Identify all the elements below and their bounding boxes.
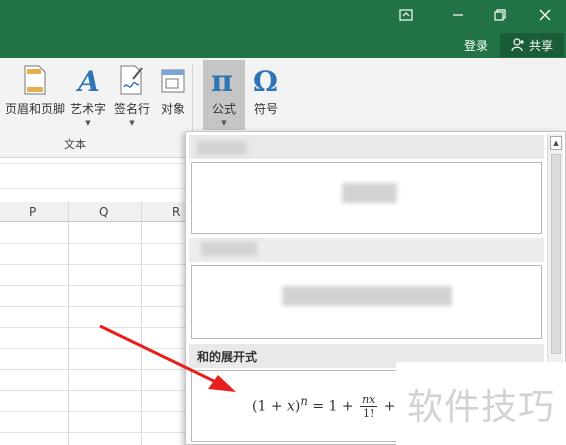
share-button[interactable]: 共享 xyxy=(500,33,564,57)
equation-button[interactable]: π 公式 ▼ xyxy=(203,60,245,130)
symbol-label: 符号 xyxy=(253,102,278,116)
pi-equation-icon: π xyxy=(209,62,239,98)
svg-text:π: π xyxy=(211,65,233,95)
blurred-equation xyxy=(342,183,397,203)
grid-line xyxy=(141,202,142,445)
equation-gallery-item[interactable] xyxy=(191,162,542,234)
column-header-r[interactable]: R xyxy=(172,205,180,219)
restore-icon[interactable] xyxy=(487,4,513,26)
svg-text:A: A xyxy=(75,65,100,95)
object-icon xyxy=(160,62,186,98)
blurred-equation xyxy=(282,286,452,306)
column-header-p[interactable]: P xyxy=(29,205,36,219)
text-group-label: 文本 xyxy=(64,138,86,151)
chevron-down-icon: ▼ xyxy=(129,119,135,127)
signature-line-label: 签名行 xyxy=(113,102,150,116)
chevron-down-icon: ▼ xyxy=(221,119,227,127)
signature-line-button[interactable]: 签名行 ▼ xyxy=(112,62,152,127)
gallery-section-header xyxy=(189,238,544,262)
equation-gallery-item[interactable] xyxy=(191,265,542,339)
header-footer-label: 页眉和页脚 xyxy=(4,102,65,116)
header-footer-icon xyxy=(23,62,47,98)
column-header-q[interactable]: Q xyxy=(99,205,108,219)
binomial-section-label: 和的展开式 xyxy=(197,350,258,364)
ribbon-display-options-icon[interactable] xyxy=(393,4,419,26)
binomial-formula: (1 + x)n = 1 + nx1! + n( xyxy=(252,393,419,420)
wordart-icon: A xyxy=(75,62,101,98)
wordart-button[interactable]: A 艺术字 ▼ xyxy=(68,62,108,127)
watermark-text: 软件技巧 xyxy=(406,386,555,428)
signature-line-icon xyxy=(119,62,145,98)
watermark: 软件技巧 xyxy=(396,362,566,445)
minimize-icon[interactable] xyxy=(445,4,471,26)
equation-label: 公式 xyxy=(211,102,236,116)
grid-line xyxy=(68,202,69,445)
title-bar: 登录 共享 xyxy=(0,0,566,58)
object-button[interactable]: 对象 xyxy=(156,62,190,117)
scrollbar-thumb[interactable] xyxy=(551,154,561,354)
scroll-up-arrow-icon[interactable]: ▲ xyxy=(550,136,562,150)
blurred-label xyxy=(197,141,247,155)
omega-symbol-icon: Ω xyxy=(251,62,281,98)
person-icon xyxy=(511,38,524,52)
login-link[interactable]: 登录 xyxy=(464,37,488,54)
svg-text:Ω: Ω xyxy=(253,65,278,95)
close-icon[interactable] xyxy=(532,4,558,26)
blurred-label xyxy=(201,242,257,256)
object-label: 对象 xyxy=(160,102,185,116)
gallery-section-header xyxy=(189,135,544,159)
header-footer-button[interactable]: 页眉和页脚 xyxy=(4,62,66,117)
wordart-label: 艺术字 xyxy=(69,102,106,116)
share-label: 共享 xyxy=(528,38,553,53)
symbol-button[interactable]: Ω 符号 xyxy=(249,62,283,117)
chevron-down-icon: ▼ xyxy=(85,119,91,127)
